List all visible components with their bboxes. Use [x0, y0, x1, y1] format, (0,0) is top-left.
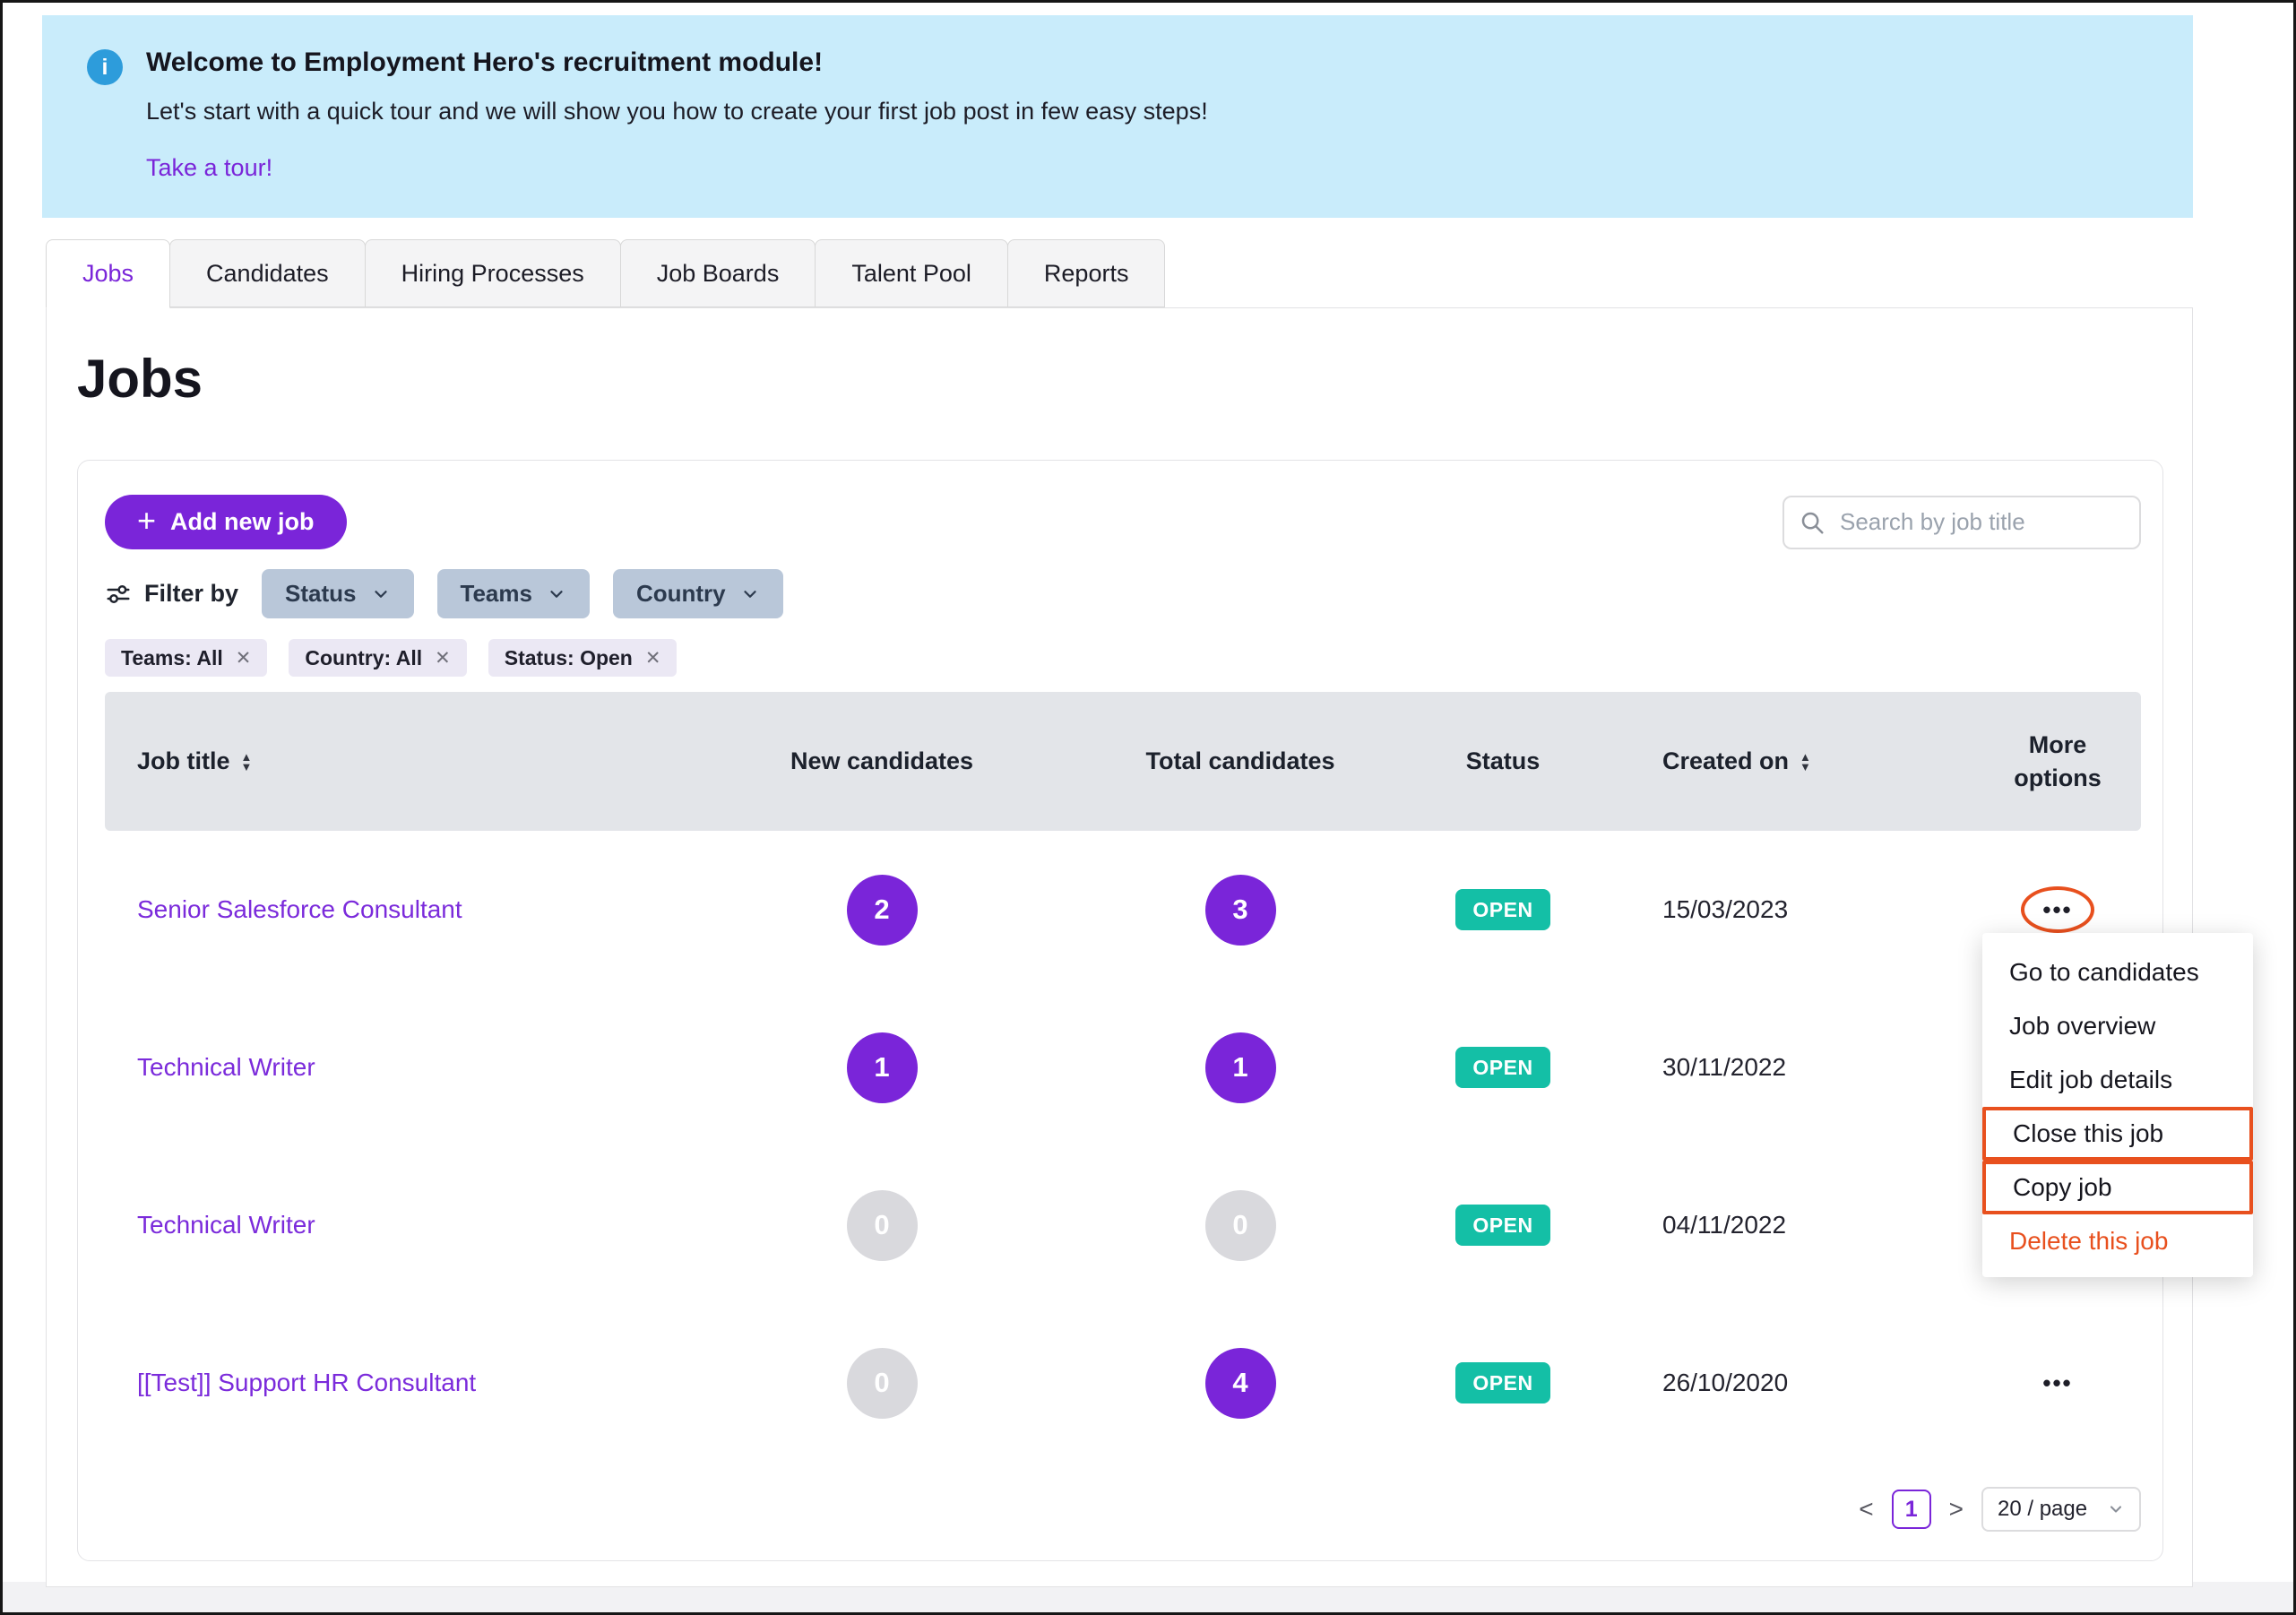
- table-row: [[Test]] Support HR Consultant 0 4 OPEN …: [105, 1304, 2141, 1462]
- created-on-date: 04/11/2022: [1593, 1211, 1978, 1239]
- job-title-link[interactable]: Technical Writer: [105, 1211, 696, 1239]
- filter-by-label: Filter by: [105, 580, 238, 608]
- sort-icon[interactable]: ▲ ▼: [241, 752, 253, 772]
- filter-sliders-icon: [105, 581, 132, 608]
- new-candidates-count[interactable]: 2: [847, 875, 918, 946]
- new-candidates-count[interactable]: 1: [847, 1032, 918, 1103]
- filter-chip-country[interactable]: Country: All ✕: [289, 639, 466, 677]
- teams-filter-dropdown[interactable]: Teams: [437, 569, 590, 618]
- column-header-job-title: Job title ▲ ▼: [105, 747, 696, 775]
- filter-chip-teams[interactable]: Teams: All ✕: [105, 639, 267, 677]
- jobs-table: Job title ▲ ▼ New candidates Total candi…: [105, 692, 2141, 1462]
- chip-label: Country: All: [305, 646, 422, 670]
- column-header-more-options: More options: [1978, 729, 2137, 794]
- page-size-value: 20 / page: [1998, 1497, 2087, 1522]
- total-candidates-count[interactable]: 0: [1205, 1190, 1276, 1261]
- created-on-date: 26/10/2020: [1593, 1369, 1978, 1397]
- filter-chip-status[interactable]: Status: Open ✕: [488, 639, 678, 677]
- table-row: Technical Writer 0 0 OPEN 04/11/2022 •••: [105, 1146, 2141, 1304]
- table-row: Senior Salesforce Consultant 2 3 OPEN 15…: [105, 831, 2141, 989]
- chevron-down-icon: [2107, 1500, 2125, 1518]
- filter-by-text: Filter by: [144, 580, 238, 608]
- recruitment-app-window: i Welcome to Employment Hero's recruitme…: [0, 0, 2296, 1615]
- add-new-job-label: Add new job: [170, 508, 314, 536]
- table-row: Technical Writer 1 1 OPEN 30/11/2022 •••: [105, 989, 2141, 1146]
- total-candidates-count[interactable]: 1: [1205, 1032, 1276, 1103]
- page-title: Jobs: [77, 348, 2192, 410]
- created-on-date: 15/03/2023: [1593, 895, 1978, 924]
- status-badge: OPEN: [1455, 1362, 1550, 1403]
- page-size-select[interactable]: 20 / page: [1981, 1487, 2141, 1532]
- close-icon[interactable]: ✕: [435, 647, 451, 669]
- close-icon[interactable]: ✕: [236, 647, 252, 669]
- welcome-banner: i Welcome to Employment Hero's recruitme…: [42, 15, 2193, 218]
- search-icon: [1799, 509, 1826, 536]
- table-header-row: Job title ▲ ▼ New candidates Total candi…: [105, 692, 2141, 831]
- column-header-status: Status: [1413, 747, 1593, 775]
- chevron-down-icon: [547, 584, 566, 604]
- menu-item-close-this-job[interactable]: Close this job: [1982, 1107, 2253, 1161]
- more-options-button[interactable]: •••: [2042, 898, 2072, 921]
- total-candidates-count[interactable]: 3: [1205, 875, 1276, 946]
- next-page-button[interactable]: >: [1949, 1495, 1964, 1524]
- search-input[interactable]: [1782, 496, 2141, 549]
- tab-jobs[interactable]: Jobs: [46, 239, 170, 308]
- chevron-down-icon: [371, 584, 391, 604]
- menu-item-job-overview[interactable]: Job overview: [1982, 999, 2253, 1053]
- teams-filter-label: Teams: [461, 580, 532, 608]
- close-icon[interactable]: ✕: [645, 647, 661, 669]
- column-header-created-on: Created on ▲ ▼: [1593, 747, 1978, 775]
- take-a-tour-link[interactable]: Take a tour!: [146, 154, 272, 182]
- tab-reports[interactable]: Reports: [1007, 239, 1166, 307]
- created-on-header-label: Created on: [1662, 747, 1789, 775]
- search-box: [1782, 496, 2141, 549]
- job-title-header-label: Job title: [137, 747, 230, 775]
- banner-text: Welcome to Employment Hero's recruitment…: [146, 48, 1208, 218]
- job-title-link[interactable]: [[Test]] Support HR Consultant: [105, 1369, 696, 1397]
- info-icon: i: [87, 49, 123, 85]
- column-header-new-candidates: New candidates: [696, 747, 1067, 775]
- menu-item-go-to-candidates[interactable]: Go to candidates: [1982, 946, 2253, 999]
- column-header-total-candidates: Total candidates: [1067, 747, 1413, 775]
- country-filter-dropdown[interactable]: Country: [613, 569, 783, 618]
- more-options-context-menu: Go to candidates Job overview Edit job d…: [1982, 933, 2253, 1277]
- status-badge: OPEN: [1455, 1047, 1550, 1088]
- sort-desc-icon: ▼: [241, 762, 253, 772]
- chip-label: Status: Open: [505, 646, 633, 670]
- previous-page-button[interactable]: <: [1859, 1495, 1873, 1524]
- tab-bar: Jobs Candidates Hiring Processes Job Boa…: [46, 239, 2293, 307]
- status-badge: OPEN: [1455, 889, 1550, 930]
- tab-candidates[interactable]: Candidates: [169, 239, 366, 307]
- job-title-link[interactable]: Senior Salesforce Consultant: [105, 895, 696, 924]
- job-title-link[interactable]: Technical Writer: [105, 1053, 696, 1082]
- sort-icon[interactable]: ▲ ▼: [1800, 752, 1811, 772]
- add-new-job-button[interactable]: + Add new job: [105, 495, 347, 549]
- jobs-card: + Add new job: [77, 460, 2163, 1561]
- country-filter-label: Country: [636, 580, 726, 608]
- created-on-date: 30/11/2022: [1593, 1053, 1978, 1082]
- status-badge: OPEN: [1455, 1205, 1550, 1246]
- status-filter-label: Status: [285, 580, 356, 608]
- total-candidates-count[interactable]: 4: [1205, 1348, 1276, 1419]
- more-options-button[interactable]: •••: [2042, 1371, 2072, 1395]
- current-page-button[interactable]: 1: [1892, 1490, 1931, 1529]
- menu-item-edit-job-details[interactable]: Edit job details: [1982, 1053, 2253, 1107]
- banner-subtitle: Let's start with a quick tour and we wil…: [146, 98, 1208, 125]
- status-filter-dropdown[interactable]: Status: [262, 569, 413, 618]
- sort-desc-icon: ▼: [1800, 762, 1811, 772]
- banner-title: Welcome to Employment Hero's recruitment…: [146, 48, 1208, 78]
- new-candidates-count[interactable]: 0: [847, 1348, 918, 1419]
- tab-job-boards[interactable]: Job Boards: [620, 239, 816, 307]
- plus-icon: +: [137, 505, 156, 537]
- tab-talent-pool[interactable]: Talent Pool: [815, 239, 1008, 307]
- menu-item-delete-this-job[interactable]: Delete this job: [1982, 1214, 2253, 1268]
- chip-label: Teams: All: [121, 646, 223, 670]
- chevron-down-icon: [740, 584, 760, 604]
- new-candidates-count[interactable]: 0: [847, 1190, 918, 1261]
- tab-hiring-processes[interactable]: Hiring Processes: [365, 239, 621, 307]
- highlight-ellipse: •••: [2021, 886, 2094, 933]
- menu-item-copy-job[interactable]: Copy job: [1982, 1161, 2253, 1214]
- pagination: < 1 > 20 / page: [105, 1487, 2141, 1532]
- jobs-panel: Jobs + Add new job: [46, 307, 2193, 1587]
